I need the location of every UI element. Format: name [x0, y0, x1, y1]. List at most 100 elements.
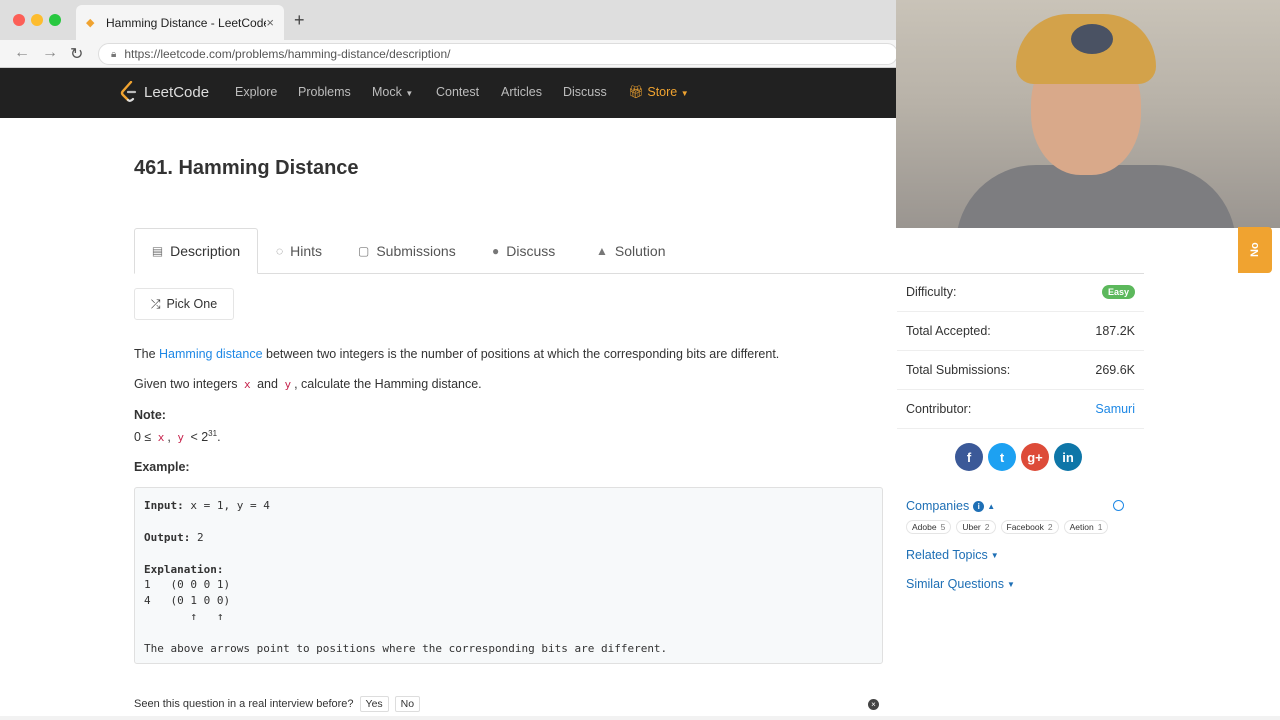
- reload-icon[interactable]: ↻: [70, 44, 83, 64]
- notes-side-tab[interactable]: No: [1238, 227, 1272, 273]
- nav-mock-label: Mock: [372, 85, 402, 99]
- flask-icon: ▲: [596, 244, 608, 258]
- similar-questions-toggle[interactable]: Similar Questions ▼: [906, 577, 1015, 591]
- company-name: Aetion: [1069, 522, 1094, 532]
- companies-label: Companies: [906, 499, 970, 513]
- tab-hints[interactable]: ◌ Hints: [276, 228, 322, 274]
- company-name: Facebook: [1006, 522, 1044, 532]
- company-count: 5: [940, 522, 946, 532]
- nav-articles[interactable]: Articles: [501, 85, 542, 99]
- linkedin-icon[interactable]: in: [1054, 443, 1082, 471]
- company-name: Uber: [962, 522, 981, 532]
- hamming-distance-link[interactable]: Hamming distance: [159, 347, 263, 361]
- contributor-link[interactable]: Samuri: [1095, 402, 1135, 416]
- company-name: Adobe: [912, 522, 937, 532]
- nav-explore[interactable]: Explore: [235, 85, 277, 99]
- text: .: [217, 430, 221, 445]
- nav-mock[interactable]: Mock ▼: [372, 85, 413, 99]
- code-y: y: [284, 378, 292, 391]
- input-value: x = 1, y = 4: [183, 499, 270, 512]
- pick-one-button[interactable]: ⤮ Pick One: [134, 288, 234, 320]
- caret-down-icon: ▼: [680, 89, 689, 98]
- google-plus-icon[interactable]: g+: [1021, 443, 1049, 471]
- interview-question-text: Seen this question in a real interview b…: [134, 698, 354, 710]
- minimize-window-button[interactable]: [31, 14, 43, 26]
- leetcode-logo[interactable]: LeetCode: [120, 81, 209, 103]
- company-tag-aetion[interactable]: Aetion 1: [1063, 520, 1109, 534]
- example-line-1: 1 (0 0 0 1): [144, 578, 231, 591]
- accepted-value: 187.2K: [1095, 324, 1135, 338]
- caret-down-icon: ▼: [405, 89, 414, 98]
- tab-solution-label: Solution: [614, 243, 666, 259]
- tab-hints-label: Hints: [290, 243, 323, 259]
- code-x: x: [157, 431, 165, 445]
- facebook-icon[interactable]: f: [955, 443, 983, 471]
- tab-description[interactable]: ▤ Description: [134, 228, 258, 274]
- note-constraint: 0 ≤ x, y < 231.: [134, 429, 221, 444]
- gift-icon: 🎁︎: [628, 85, 644, 99]
- close-window-button[interactable]: [13, 14, 25, 26]
- exponent: 31: [208, 429, 218, 438]
- related-topics-toggle[interactable]: Related Topics ▼: [906, 548, 999, 562]
- back-arrow-icon[interactable]: ←: [14, 44, 30, 62]
- difficulty-label: Difficulty:: [906, 285, 957, 299]
- close-tab-icon[interactable]: ×: [266, 15, 274, 30]
- company-count: 1: [1097, 522, 1103, 532]
- code-file-icon: ▢: [358, 244, 370, 258]
- close-icon[interactable]: ×: [868, 698, 879, 710]
- caret-up-icon: ▲: [987, 501, 996, 511]
- tab-discuss[interactable]: ● Discuss: [492, 228, 555, 274]
- forward-arrow-icon[interactable]: →: [42, 44, 58, 62]
- company-tag-adobe[interactable]: Adobe 5: [906, 520, 952, 534]
- companies-toggle[interactable]: Companies i ▲: [906, 499, 995, 513]
- nav-store[interactable]: 🎁︎ Store ▼: [628, 85, 689, 100]
- info-icon: i: [973, 500, 985, 512]
- similar-questions-label: Similar Questions: [906, 577, 1004, 591]
- contributor-row: Contributor: Samuri: [897, 390, 1144, 429]
- description-icon: ▤: [151, 244, 164, 258]
- clock-icon[interactable]: [1113, 500, 1124, 511]
- address-bar[interactable]: 🔒︎ https://leetcode.com/problems/hamming…: [98, 43, 898, 65]
- notes-side-tab-label: No: [1249, 242, 1261, 258]
- tab-discuss-label: Discuss: [506, 243, 556, 259]
- yes-button[interactable]: Yes: [359, 696, 389, 712]
- nav-contest[interactable]: Contest: [436, 85, 479, 99]
- tab-submissions[interactable]: ▢ Submissions: [358, 228, 456, 274]
- nav-problems[interactable]: Problems: [298, 85, 351, 99]
- new-tab-icon[interactable]: +: [294, 10, 305, 31]
- text: , calculate the Hamming distance.: [294, 377, 482, 391]
- submissions-row: Total Submissions: 269.6K: [897, 351, 1144, 390]
- social-share-buttons: f t g+ in: [955, 443, 1082, 471]
- example-label: Example:: [134, 460, 190, 474]
- twitter-icon[interactable]: t: [988, 443, 1016, 471]
- text: 0 ≤: [134, 430, 155, 445]
- page-bottom-edge: [0, 716, 1280, 720]
- url-text: https://leetcode.com/problems/hamming-di…: [124, 47, 451, 61]
- company-count: 2: [1047, 522, 1053, 532]
- leetcode-logo-icon: [120, 81, 137, 102]
- maximize-window-button[interactable]: [49, 14, 61, 26]
- no-button[interactable]: No: [394, 696, 421, 712]
- output-value: 2: [190, 531, 204, 544]
- example-explanation-label: Explanation:: [144, 563, 224, 576]
- difficulty-badge: Easy: [1101, 285, 1135, 299]
- company-count: 2: [984, 522, 990, 532]
- company-tag-facebook[interactable]: Facebook 2: [1000, 520, 1059, 534]
- text: The: [134, 347, 160, 361]
- lightbulb-icon: ◌: [276, 244, 284, 258]
- accepted-row: Total Accepted: 187.2K: [897, 312, 1144, 351]
- output-label: Output:: [144, 531, 191, 544]
- code-x: x: [244, 378, 251, 391]
- tab-title: Hamming Distance - LeetCode: [106, 15, 267, 30]
- example-input: Input: x = 1, y = 4: [144, 499, 270, 512]
- webcam-hat-patch: [1071, 24, 1113, 54]
- example-footer: The above arrows point to positions wher…: [144, 642, 668, 655]
- company-tag-uber[interactable]: Uber 2: [956, 520, 996, 534]
- browser-tab[interactable]: ◆ Hamming Distance - LeetCode ×: [76, 5, 284, 40]
- text: < 2: [186, 430, 209, 445]
- pick-one-label: Pick One: [166, 297, 218, 311]
- nav-discuss[interactable]: Discuss: [563, 85, 607, 99]
- example-line-2: 4 (0 1 0 0): [144, 594, 231, 607]
- description-paragraph-2: Given two integers x and y, calculate th…: [134, 377, 482, 391]
- tab-solution[interactable]: ▲ Solution: [596, 228, 665, 274]
